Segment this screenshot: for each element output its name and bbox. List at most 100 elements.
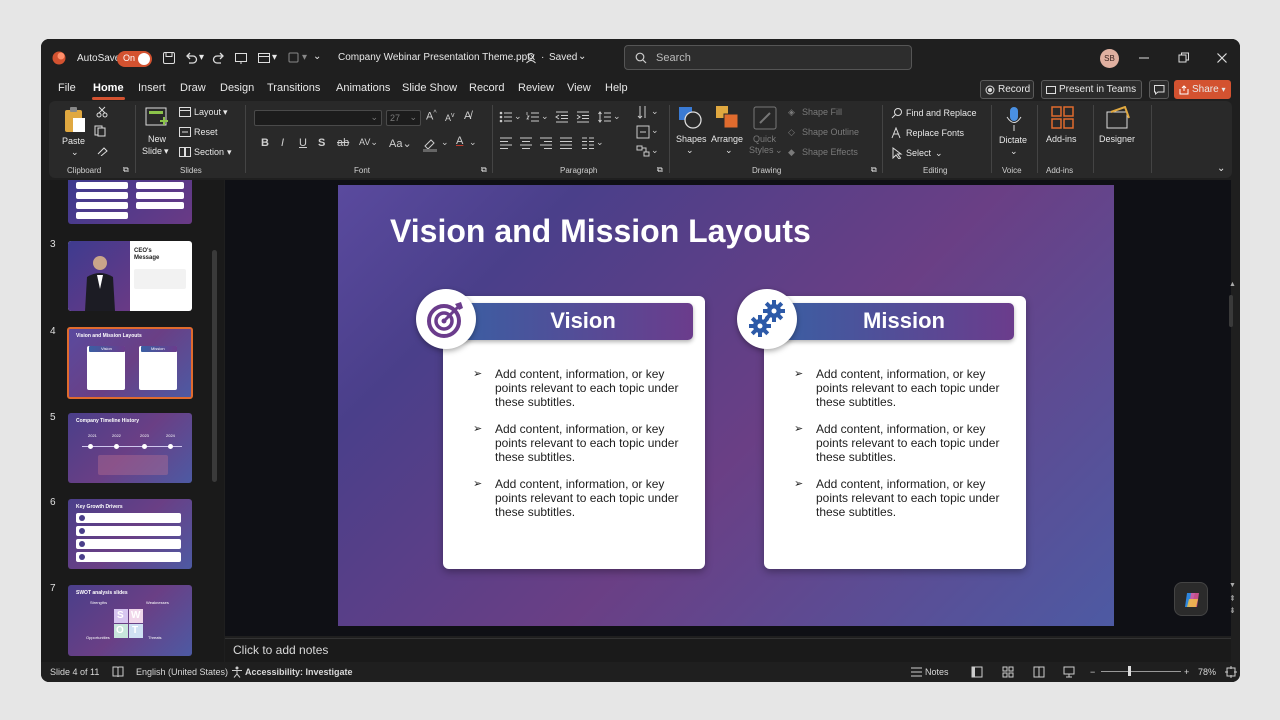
normal-view-icon[interactable] bbox=[971, 666, 983, 678]
mission-heading[interactable]: Mission bbox=[774, 308, 1014, 334]
paragraph-launcher-icon[interactable]: ⧉ bbox=[657, 165, 663, 175]
notes-pane[interactable]: Click to add notes bbox=[225, 638, 1231, 662]
shape-outline-button[interactable]: Shape Outline bbox=[802, 127, 859, 137]
text-direction-icon[interactable] bbox=[636, 105, 650, 119]
select-dropdown-icon[interactable]: ⌄ bbox=[935, 148, 943, 159]
underline-icon[interactable]: U bbox=[299, 137, 307, 149]
copy-icon[interactable] bbox=[94, 125, 110, 137]
numbering-dropdown-icon[interactable]: ⌄ bbox=[541, 111, 549, 122]
font-color-dropdown-icon[interactable]: ⌄ bbox=[469, 137, 477, 148]
zoom-slider-track[interactable] bbox=[1101, 671, 1181, 672]
quick-styles-icon[interactable] bbox=[752, 105, 778, 131]
italic-icon[interactable]: I bbox=[281, 137, 284, 149]
new-slide-dropdown-icon[interactable]: ▾ bbox=[164, 146, 169, 157]
text-direction-dropdown-icon[interactable]: ⌄ bbox=[651, 106, 659, 117]
dictate-dropdown-icon[interactable]: ⌄ bbox=[1010, 146, 1018, 157]
tab-view[interactable]: View bbox=[567, 82, 591, 94]
collapse-ribbon-icon[interactable]: ⌄ bbox=[1217, 163, 1225, 174]
undo-dropdown-icon[interactable]: ▾ bbox=[199, 52, 204, 63]
spelling-check-icon[interactable] bbox=[112, 666, 124, 678]
bold-icon[interactable]: B bbox=[261, 137, 269, 149]
tab-transitions[interactable]: Transitions bbox=[267, 82, 320, 94]
paste-dropdown-icon[interactable]: ⌄ bbox=[71, 147, 79, 158]
arrange-icon[interactable] bbox=[715, 105, 741, 131]
scroll-down-icon[interactable]: ▼ bbox=[1229, 582, 1236, 589]
add-ins-button[interactable]: Add-ins bbox=[1046, 134, 1077, 144]
arrange-button[interactable]: Arrange bbox=[711, 134, 743, 144]
dictate-button[interactable]: Dictate bbox=[999, 135, 1027, 145]
next-slide-icon[interactable]: ⇟ bbox=[1229, 606, 1236, 615]
accessibility-status[interactable]: Accessibility: Investigate bbox=[245, 667, 353, 677]
reset-button[interactable]: Reset bbox=[194, 127, 218, 137]
language[interactable]: English (United States) bbox=[136, 667, 228, 677]
mission-bullets[interactable]: ➢ Add content, information, or key points… bbox=[794, 367, 1004, 532]
paste-button[interactable]: Paste bbox=[62, 136, 85, 146]
slide-title[interactable]: Vision and Mission Layouts bbox=[390, 213, 811, 250]
slide-thumbnail-2[interactable] bbox=[68, 180, 192, 224]
find-replace-button[interactable]: Find and Replace bbox=[906, 108, 977, 118]
decrease-font-size-icon[interactable]: Av bbox=[445, 112, 455, 123]
section-dropdown-icon[interactable]: ▾ bbox=[227, 147, 232, 158]
align-center-icon[interactable] bbox=[519, 137, 533, 149]
highlight-dropdown-icon[interactable]: ⌄ bbox=[441, 137, 449, 148]
minimize-icon[interactable] bbox=[1137, 51, 1151, 65]
tab-record[interactable]: Record bbox=[469, 82, 504, 94]
font-size-combobox[interactable]: 27 ⌄ bbox=[386, 110, 421, 126]
designer-icon[interactable] bbox=[1105, 106, 1131, 130]
quick-styles-button-line2[interactable]: Styles bbox=[749, 145, 774, 155]
slide-thumbnail-7[interactable]: SWOT analysis slides Strengths Weaknesse… bbox=[68, 585, 192, 656]
decrease-indent-icon[interactable] bbox=[555, 111, 569, 123]
align-text-icon[interactable] bbox=[636, 125, 650, 139]
notes-toggle[interactable]: Notes bbox=[925, 667, 949, 677]
undo-icon[interactable] bbox=[184, 51, 198, 65]
saved-status[interactable]: Saved bbox=[549, 52, 577, 63]
font-color-icon[interactable]: A bbox=[456, 135, 463, 147]
copilot-button[interactable] bbox=[1174, 582, 1208, 616]
shape-effects-button[interactable]: Shape Effects bbox=[802, 147, 858, 157]
zoom-slider-thumb[interactable] bbox=[1128, 666, 1131, 676]
shapes-icon[interactable] bbox=[677, 105, 703, 131]
slide-sorter-icon[interactable] bbox=[1002, 666, 1014, 678]
text-shadow-icon[interactable]: S bbox=[318, 137, 325, 149]
font-launcher-icon[interactable]: ⧉ bbox=[481, 165, 487, 175]
zoom-in-icon[interactable]: + bbox=[1184, 667, 1189, 677]
tab-animations[interactable]: Animations bbox=[336, 82, 390, 94]
justify-icon[interactable] bbox=[559, 137, 573, 149]
new-slide-icon[interactable] bbox=[145, 107, 169, 129]
convert-to-smartart-icon[interactable] bbox=[636, 145, 650, 157]
slide-thumbnail-5[interactable]: Company Timeline History 2021 2022 2023 … bbox=[68, 413, 192, 483]
slide-thumbnail-3[interactable]: CEO's Message bbox=[68, 241, 192, 311]
smartart-dropdown-icon[interactable]: ⌄ bbox=[651, 145, 659, 156]
new-slide-button-line1[interactable]: New bbox=[148, 134, 166, 144]
section-button[interactable]: Section bbox=[194, 147, 224, 157]
shape-fill-button[interactable]: Shape Fill bbox=[802, 107, 842, 117]
new-slide-button-line2[interactable]: Slide bbox=[142, 146, 162, 156]
slide-show-icon[interactable] bbox=[1063, 666, 1075, 678]
layout-button[interactable]: Layout bbox=[194, 107, 221, 117]
saved-dropdown-icon[interactable]: ⌄ bbox=[578, 51, 586, 62]
zoom-level[interactable]: 78% bbox=[1198, 667, 1216, 677]
shape-icon[interactable] bbox=[287, 51, 301, 65]
user-avatar[interactable]: SB bbox=[1100, 49, 1119, 68]
layout-icon[interactable] bbox=[257, 51, 271, 65]
quick-styles-dropdown-icon[interactable]: ⌄ bbox=[775, 145, 783, 156]
comments-button[interactable] bbox=[1149, 80, 1169, 99]
save-icon[interactable] bbox=[162, 51, 176, 65]
tab-slide-show[interactable]: Slide Show bbox=[402, 82, 457, 94]
fit-to-window-icon[interactable] bbox=[1225, 666, 1237, 678]
cut-icon[interactable] bbox=[96, 106, 108, 118]
tab-help[interactable]: Help bbox=[605, 82, 628, 94]
align-right-icon[interactable] bbox=[539, 137, 553, 149]
share-button[interactable]: Share ▾ bbox=[1174, 80, 1231, 99]
font-family-combobox[interactable]: ⌄ bbox=[254, 110, 382, 126]
search-box[interactable]: Search bbox=[624, 45, 912, 70]
start-from-beginning-icon[interactable] bbox=[234, 51, 248, 65]
thumbnail-scrollbar[interactable] bbox=[212, 250, 217, 482]
reading-view-icon[interactable] bbox=[1033, 666, 1045, 678]
autosave-toggle[interactable]: On bbox=[117, 51, 152, 67]
shape-dropdown-icon[interactable]: ▾ bbox=[302, 52, 307, 63]
bullets-dropdown-icon[interactable]: ⌄ bbox=[514, 111, 522, 122]
paste-icon[interactable] bbox=[63, 106, 87, 134]
align-left-icon[interactable] bbox=[499, 137, 513, 149]
tab-design[interactable]: Design bbox=[220, 82, 254, 94]
